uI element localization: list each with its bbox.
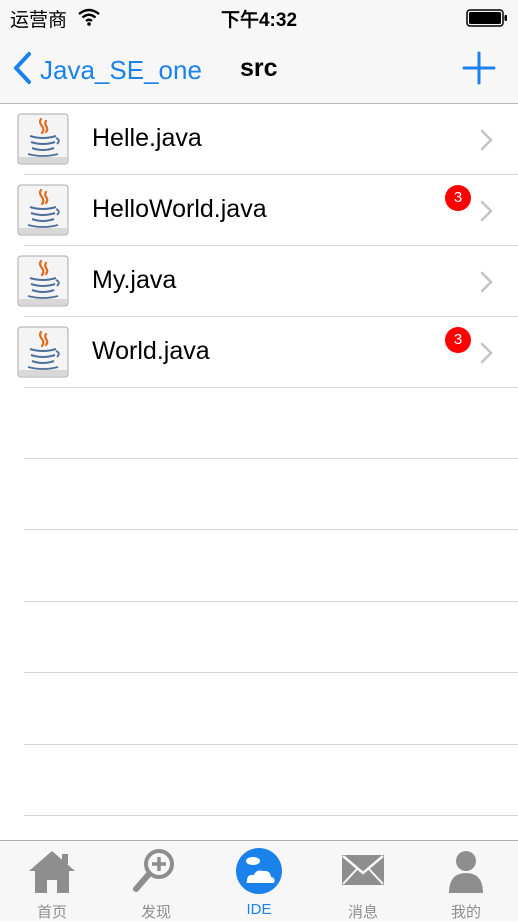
java-file-icon [17, 184, 69, 236]
tab-ide[interactable]: IDE [207, 841, 311, 921]
page-title: src [240, 54, 278, 82]
java-file-icon [17, 255, 69, 307]
battery-icon [466, 9, 508, 32]
file-name: Helle.java [92, 124, 202, 152]
home-icon [26, 847, 78, 895]
file-name: My.java [92, 266, 177, 294]
file-row[interactable]: My.java [0, 246, 518, 317]
tab-label: 首页 [36, 904, 67, 921]
magnifier-plus-icon [130, 847, 182, 895]
tab-messages[interactable]: 消息 [311, 841, 415, 921]
tab-label: IDE [246, 901, 272, 918]
tab-profile[interactable]: 我的 [414, 841, 518, 921]
row-separator [24, 672, 518, 673]
tab-label: 我的 [450, 904, 481, 921]
back-button[interactable]: Java_SE_one [12, 51, 202, 89]
notification-badge: 3 [445, 327, 471, 353]
file-row[interactable]: World.java 3 [0, 317, 518, 388]
tab-home[interactable]: 首页 [0, 841, 104, 921]
row-separator [24, 458, 518, 459]
chevron-right-icon [480, 129, 494, 156]
java-file-icon [17, 113, 69, 165]
row-separator [24, 744, 518, 745]
tab-discover[interactable]: 发现 [104, 841, 208, 921]
tab-label: 发现 [140, 904, 171, 921]
back-button-label: Java_SE_one [40, 54, 202, 85]
clock-label: 下午4:32 [220, 10, 298, 31]
navigation-bar: Java_SE_one src [0, 34, 518, 104]
cloud-globe-icon [233, 847, 285, 895]
file-row[interactable]: Helle.java [0, 104, 518, 175]
plus-icon [462, 51, 496, 89]
file-name: World.java [92, 337, 210, 365]
envelope-icon [337, 847, 389, 895]
status-bar: 运营商 下午4:32 [0, 0, 518, 34]
java-file-icon [17, 326, 69, 378]
tab-bar: 首页 发现 IDE 消息 我的 [0, 840, 518, 921]
row-separator [24, 815, 518, 816]
row-separator [24, 387, 518, 388]
tab-label: 消息 [347, 904, 378, 921]
row-separator [24, 601, 518, 602]
notification-badge: 3 [445, 185, 471, 211]
file-name: HelloWorld.java [92, 195, 267, 223]
chevron-right-icon [480, 271, 494, 298]
add-button[interactable] [462, 51, 496, 85]
chevron-right-icon [480, 200, 494, 227]
chevron-left-icon [12, 51, 32, 90]
person-icon [440, 847, 492, 895]
row-separator [24, 529, 518, 530]
file-row[interactable]: HelloWorld.java 3 [0, 175, 518, 246]
chevron-right-icon [480, 342, 494, 369]
file-list: Helle.java HelloWorld.java 3 My.java Wor… [0, 104, 518, 816]
